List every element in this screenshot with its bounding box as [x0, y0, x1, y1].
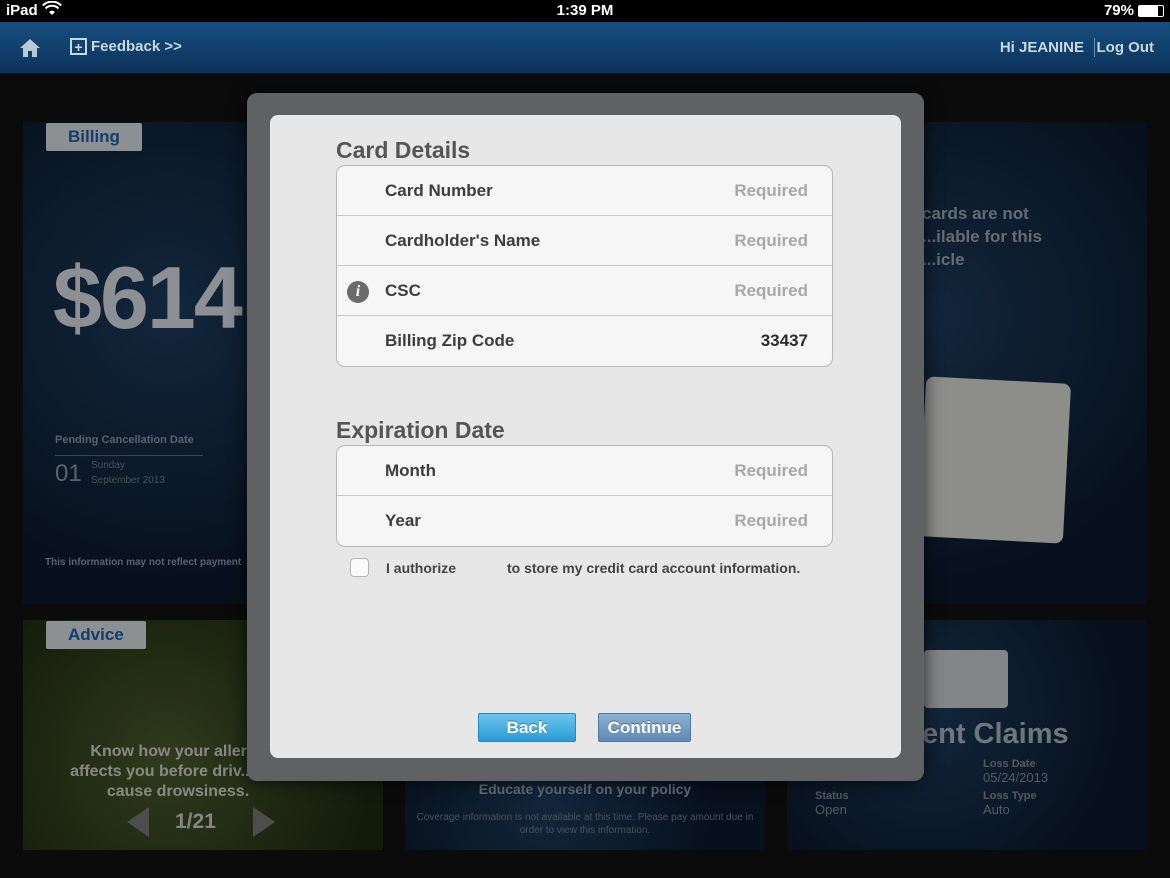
back-button[interactable]: Back: [478, 713, 576, 742]
csc-input[interactable]: Required: [734, 281, 808, 301]
clock: 1:39 PM: [556, 2, 614, 19]
battery-icon: [1138, 5, 1164, 17]
year-input[interactable]: Required: [734, 511, 808, 531]
continue-button[interactable]: Continue: [598, 713, 691, 742]
month-label: Month: [385, 461, 436, 480]
battery-percent: 79%: [1103, 2, 1134, 19]
year-label: Year: [385, 511, 421, 530]
billing-zip-label: Billing Zip Code: [385, 331, 515, 350]
authorize-row: I authorize to store my credit card acco…: [350, 557, 850, 579]
card-number-input[interactable]: Required: [734, 181, 808, 201]
card-number-field[interactable]: Card Number Required: [337, 166, 832, 216]
billing-zip-input[interactable]: 33437: [761, 331, 808, 351]
card-details-group: Card Number Required Cardholder's Name R…: [336, 165, 833, 367]
authorize-checkbox[interactable]: [350, 558, 369, 577]
nav-divider: [1094, 38, 1095, 57]
cardholder-name-input[interactable]: Required: [734, 231, 808, 251]
greeting: Hi JEANINE: [999, 39, 1084, 56]
plus-box-icon: +: [70, 38, 87, 55]
card-details-title: Card Details: [336, 137, 471, 163]
feedback-label: Feedback >>: [91, 38, 182, 55]
expiration-date-group: Month Required Year Required: [336, 445, 833, 547]
card-number-label: Card Number: [385, 181, 493, 200]
billing-zip-field[interactable]: Billing Zip Code 33437: [337, 316, 832, 366]
month-field[interactable]: Month Required: [337, 446, 832, 496]
cardholder-name-field[interactable]: Cardholder's Name Required: [337, 216, 832, 266]
home-icon[interactable]: [18, 37, 42, 59]
authorize-text-start: I authorize: [386, 560, 457, 576]
cardholder-name-label: Cardholder's Name: [385, 231, 541, 250]
csc-label: CSC: [385, 281, 421, 300]
info-icon[interactable]: i: [347, 281, 369, 303]
top-nav-bar: + Feedback >> Hi JEANINE Log Out: [0, 22, 1170, 74]
authorize-text-end: to store my credit card account informat…: [507, 560, 801, 576]
year-field[interactable]: Year Required: [337, 496, 832, 546]
csc-field[interactable]: i CSC Required: [337, 266, 832, 316]
status-bar: iPad 1:39 PM 79%: [0, 0, 1170, 22]
logout-link[interactable]: Log Out: [1097, 39, 1154, 56]
expiration-date-title: Expiration Date: [336, 417, 505, 443]
month-input[interactable]: Required: [734, 461, 808, 481]
feedback-link[interactable]: + Feedback >>: [70, 38, 182, 55]
